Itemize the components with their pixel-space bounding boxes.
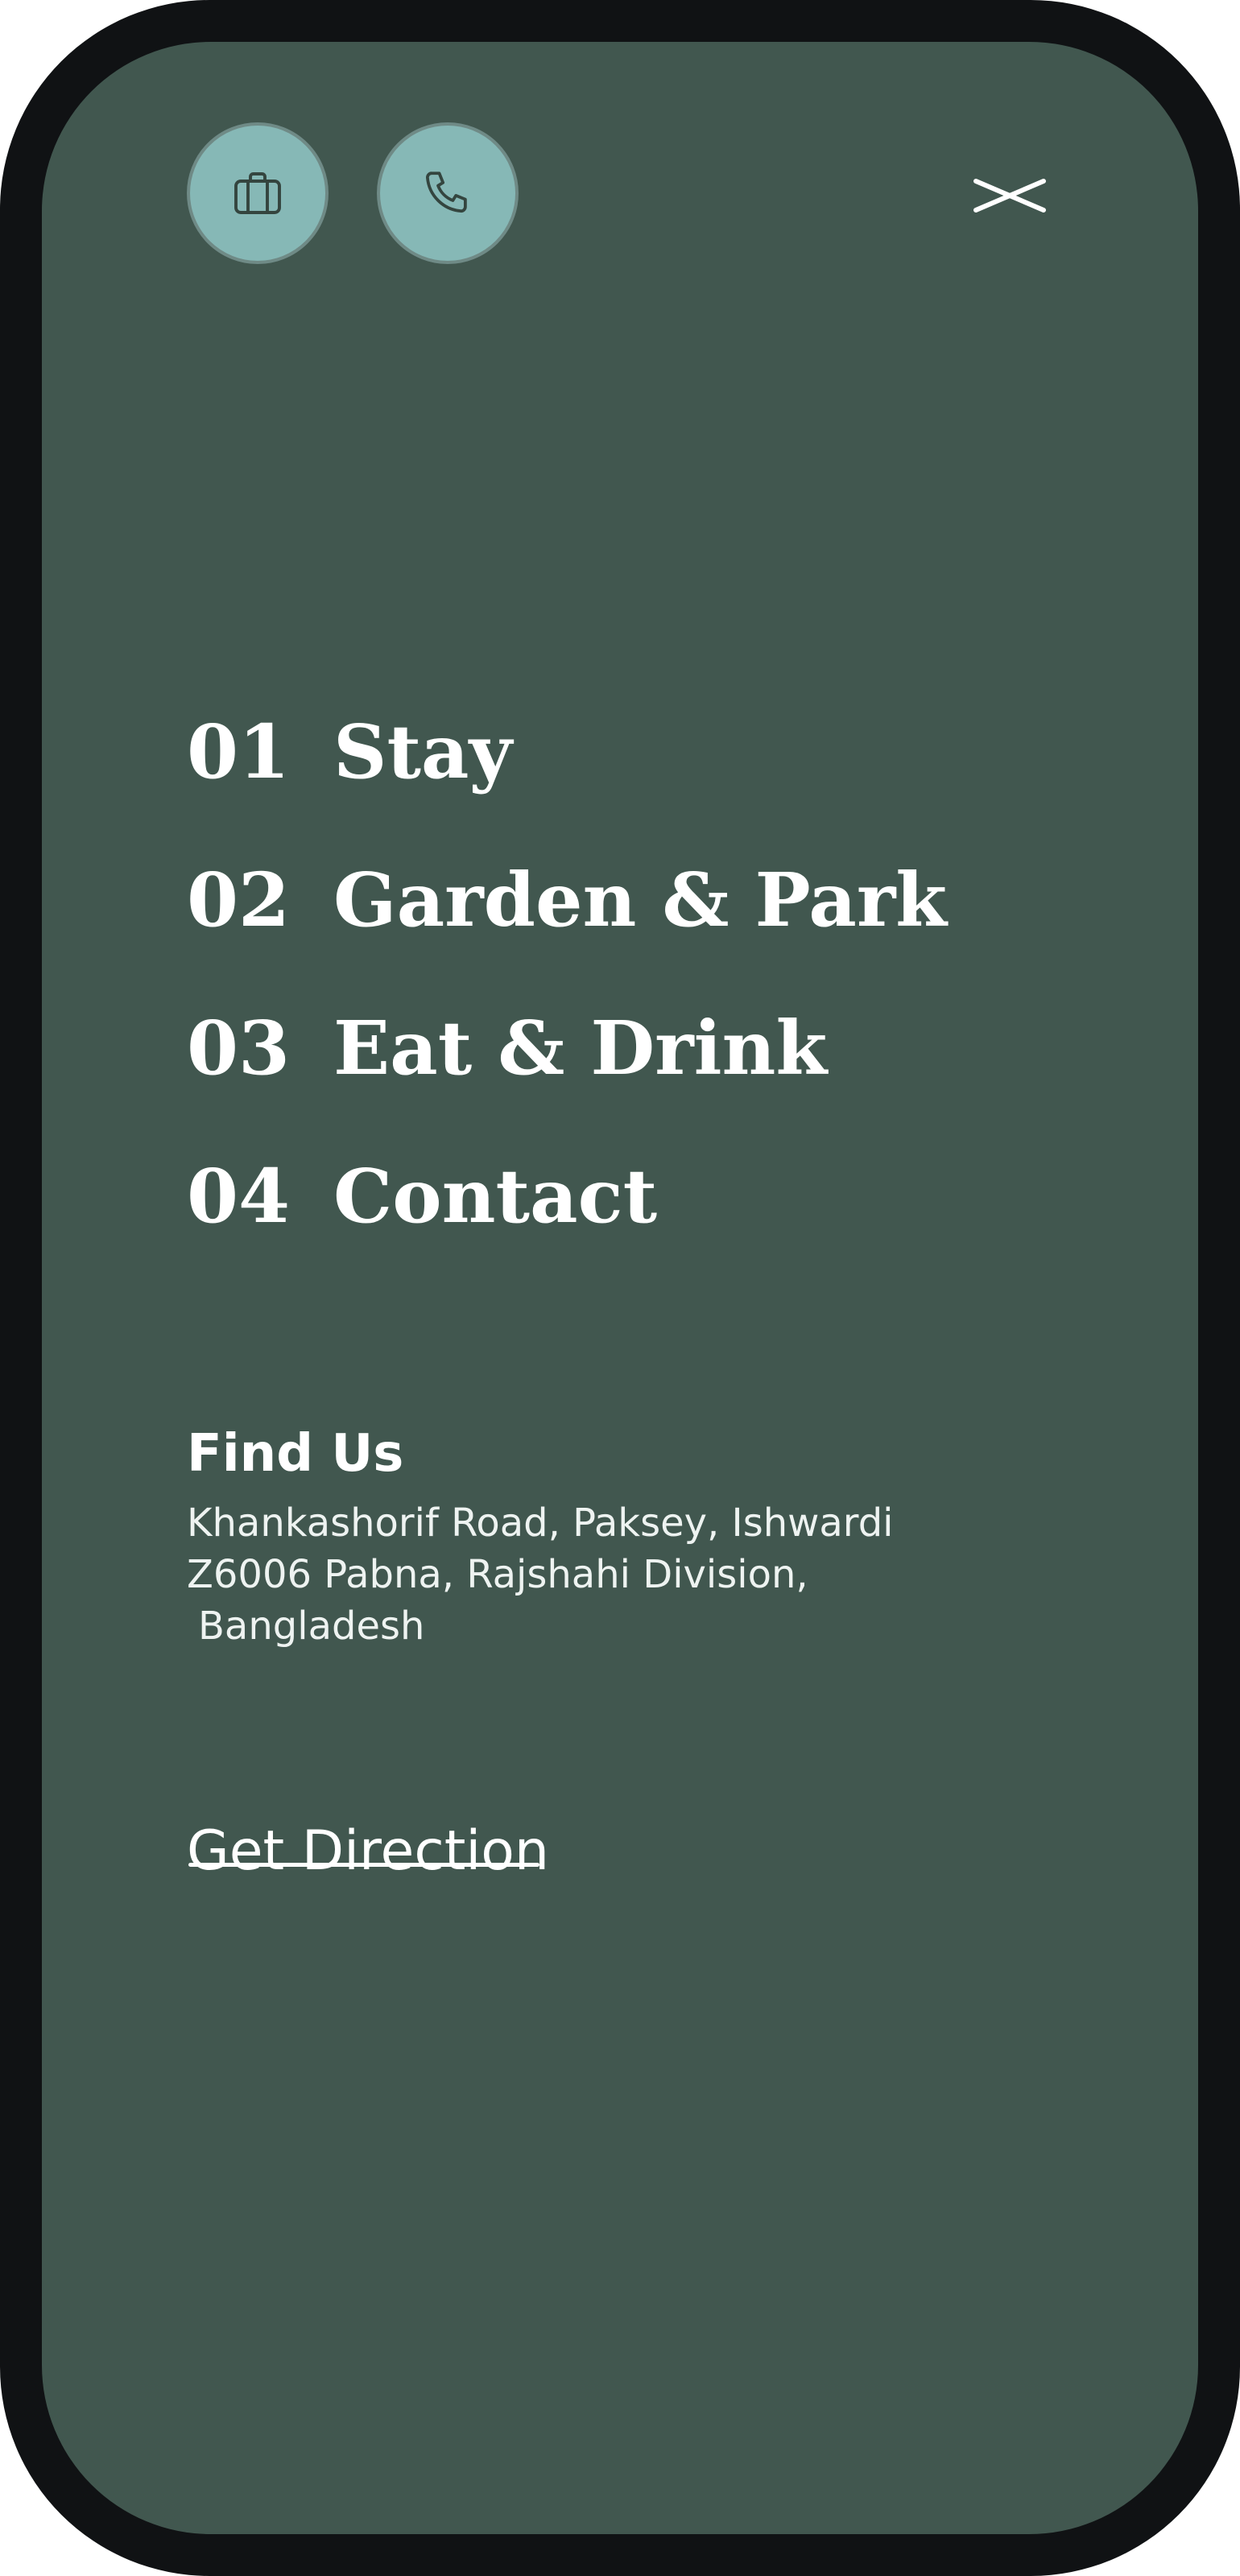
find-us-title: Find Us [187,1424,404,1484]
menu-item-number: 01 [187,708,291,795]
menu-screen: 01 Stay 02 Garden & Park 03 Eat & Drink … [42,42,1198,2534]
address-line: Bangladesh [198,1604,425,1649]
phone-button[interactable] [377,122,519,264]
phone-icon [420,165,476,221]
address-line: Z6006 Pabna, Rajshahi Division, [187,1552,808,1597]
get-direction-underline [188,1863,539,1867]
menu-item-contact[interactable]: 04 Contact [187,1122,947,1270]
close-menu-button[interactable] [969,169,1050,225]
briefcase-icon [229,164,287,222]
briefcase-button[interactable] [187,122,329,264]
menu-item-eat-drink[interactable]: 03 Eat & Drink [187,974,947,1122]
menu-item-stay[interactable]: 01 Stay [187,678,947,826]
close-icon [971,175,1048,221]
menu-item-label: Stay [333,708,513,795]
menu-item-number: 03 [187,1005,291,1092]
menu-item-label: Contact [333,1153,658,1240]
menu-item-garden-park[interactable]: 02 Garden & Park [187,826,947,974]
address: Khankashorif Road, Paksey, Ishwardi Z600… [187,1497,992,1652]
main-menu: 01 Stay 02 Garden & Park 03 Eat & Drink … [187,678,947,1270]
menu-item-number: 04 [187,1153,291,1240]
get-direction-link[interactable]: Get Direction [187,1813,549,1890]
menu-item-number: 02 [187,857,291,943]
address-line: Khankashorif Road, Paksey, Ishwardi [187,1501,894,1546]
device-frame: 01 Stay 02 Garden & Park 03 Eat & Drink … [0,0,1240,2576]
menu-item-label: Eat & Drink [333,1005,828,1092]
menu-item-label: Garden & Park [333,857,948,943]
